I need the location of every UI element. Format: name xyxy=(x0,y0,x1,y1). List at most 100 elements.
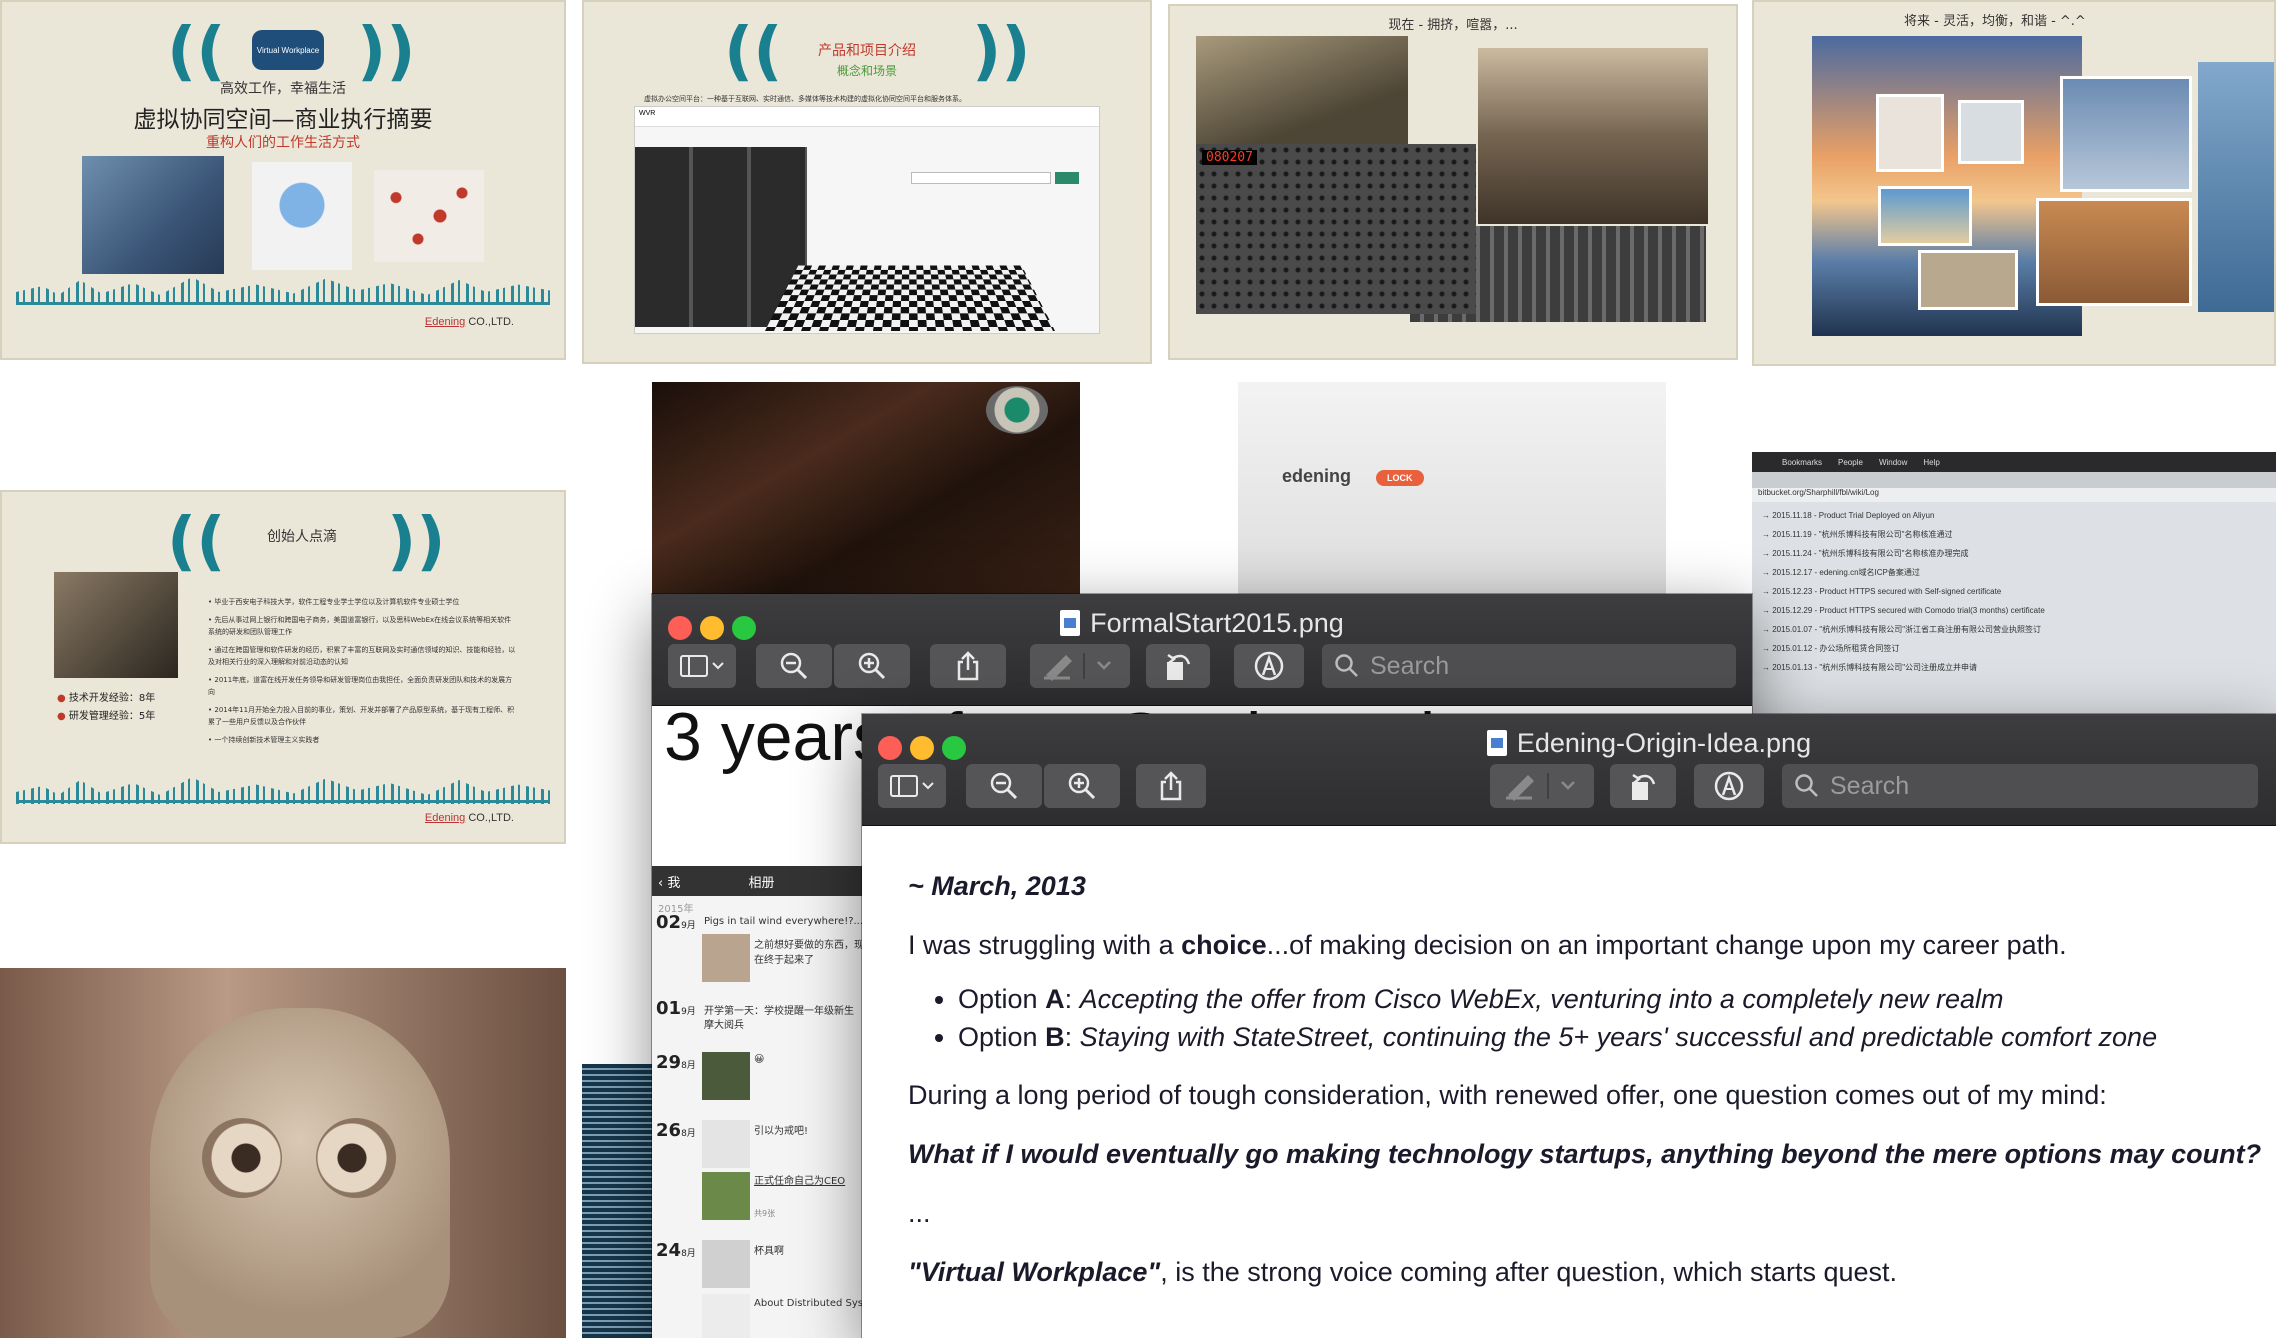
slide-title: 将来 - 灵活，均衡，和谐 - ^.^ xyxy=(1904,14,2086,29)
zoom-in-button[interactable] xyxy=(1044,764,1120,808)
rotate-button[interactable] xyxy=(1146,644,1210,688)
founder-bullet: • 通过在跨国管理和软件研发的经历，积累了丰富的互联网及实时通信领域的知识、技能… xyxy=(208,646,516,666)
zoom-out-button[interactable] xyxy=(756,644,832,688)
changelog-line: → 2015.12.23 - Product HTTPS secured wit… xyxy=(1762,587,2002,596)
album-count: 共9张 xyxy=(754,1209,776,1218)
highlighter-icon xyxy=(1506,773,1575,801)
changelog-line: → 2015.01.12 - 办公场所租赁合同签订 xyxy=(1762,644,1900,653)
slide-future-flexible: 将来 - 灵活，均衡，和谐 - ^.^ xyxy=(1752,0,2276,366)
album-text: 正式任命自己为CEO xyxy=(754,1176,846,1187)
webpage-logo: WVR xyxy=(635,107,1099,127)
png-document-icon xyxy=(1060,610,1081,636)
share-button[interactable] xyxy=(1136,764,1206,808)
signal-bracket-right-icon: )) xyxy=(387,505,446,579)
album-text: 摩大阅兵 xyxy=(704,1020,744,1031)
owl-statue xyxy=(150,1008,450,1338)
search-field[interactable]: Search xyxy=(1782,764,2258,808)
owl-eye-right-icon xyxy=(316,1118,396,1198)
zoom-out-icon xyxy=(780,652,808,680)
changelog-line: → 2015.11.18 - Product Trial Deployed on… xyxy=(1762,511,1935,520)
option-a: Option A: Accepting the offer from Cisco… xyxy=(958,980,2276,1018)
crowded-train-photo: 080207 xyxy=(1196,144,1476,314)
sidebar-toggle-button[interactable] xyxy=(878,764,946,808)
rotate-button[interactable] xyxy=(1610,764,1676,808)
slide-subtitle: 概念和场景 xyxy=(836,64,897,78)
highlight-button[interactable] xyxy=(1490,764,1594,808)
webpage-button xyxy=(1055,172,1079,184)
skyline-baseline xyxy=(16,800,550,803)
album-text: 之前想好要做的东西，现在终于起来了 xyxy=(754,940,864,966)
png-document-icon xyxy=(1486,730,1507,756)
preview-window-edening-origin[interactable]: Edening-Origin-Idea.png Search ~ March, … xyxy=(862,714,2276,1338)
phone-navbar: ‹ 我 相册 xyxy=(652,866,871,896)
office-crowd-photo xyxy=(1196,36,1408,146)
slide-title: 创始人点滴 xyxy=(267,529,337,545)
owl-eye-left-icon xyxy=(202,1118,282,1198)
markup-pen-icon xyxy=(1254,651,1284,681)
choice-emphasis: choice xyxy=(1181,930,1267,960)
markup-button[interactable] xyxy=(1694,764,1764,808)
share-icon xyxy=(1160,771,1182,801)
sidebar-toggle-button[interactable] xyxy=(668,644,736,688)
founder-bullet: • 毕业于西安电子科技大学，软件工程专业学士学位以及计算机软件专业硕士学位 xyxy=(208,598,460,606)
window-title: FormalStart2015.png xyxy=(652,608,1752,639)
highlight-button[interactable] xyxy=(1030,644,1130,688)
highlighter-icon xyxy=(1044,653,1111,681)
zoom-out-button[interactable] xyxy=(966,764,1042,808)
zoom-in-button[interactable] xyxy=(834,644,910,688)
video-call-photo xyxy=(1958,100,2024,164)
virtual-workplace-logo: Virtual Workplace xyxy=(252,30,324,70)
owl-statue-photo xyxy=(0,968,566,1338)
company-credit: Edening CO.,LTD. xyxy=(424,812,514,824)
signal-bracket-right-icon: )) xyxy=(357,15,416,89)
home-office-photo xyxy=(1918,250,2018,310)
album-thumbnail xyxy=(702,1294,750,1338)
sidebar-icon xyxy=(890,775,934,797)
founder-bullet: • 先后从事过网上银行和跨国电子商务，美国道富银行，以及思科WebEx在线会议系… xyxy=(208,616,512,636)
option-b: Option B: Staying with StateStreet, cont… xyxy=(958,1018,2276,1056)
search-field[interactable]: Search xyxy=(1322,644,1736,688)
search-placeholder: Search xyxy=(1830,771,1910,800)
rotate-icon xyxy=(1632,773,1656,800)
browser-menubar: Bookmarks People Window Help xyxy=(1752,452,2276,472)
phone-album-screenshot: ‹ 我 相册 2015年 029月 Pigs in tail wind ever… xyxy=(652,866,883,1338)
window-titlebar[interactable]: FormalStart2015.png Search xyxy=(652,594,1752,706)
album-text: 😀 xyxy=(754,1054,765,1065)
phone-back-button: ‹ 我 xyxy=(658,875,681,891)
skyline-decoration xyxy=(16,277,550,304)
slide-founder: (( )) 创始人点滴 ● 技术开发经验：8年 ● 研发管理经验：5年 • 毕业… xyxy=(0,490,566,844)
browser-url: bitbucket.org/Sharphill/fbl/wiki/Log xyxy=(1752,488,2276,502)
album-text: 开学第一天：学校提醒一年级新生 xyxy=(704,1006,854,1017)
search-icon xyxy=(1795,774,1818,797)
zoom-in-icon xyxy=(1068,772,1096,800)
changelog-list: → 2015.11.18 - Product Trial Deployed on… xyxy=(1752,502,2276,677)
markup-pen-icon xyxy=(1714,771,1744,801)
world-map-businessman-photo xyxy=(82,156,224,274)
search-icon xyxy=(1335,654,1358,677)
signal-bracket-left-icon: (( xyxy=(167,15,226,89)
rotate-icon xyxy=(1167,653,1191,680)
founder-bullets: • 毕业于西安电子科技大学，软件工程专业学士学位以及计算机软件专业硕士学位 • … xyxy=(208,596,518,746)
changelog-line: → 2015.11.24 - "杭州乐博科技有限公司"名称核准办理完成 xyxy=(1762,549,1969,558)
skyline-baseline xyxy=(16,302,550,305)
share-button[interactable] xyxy=(930,644,1006,688)
woman-laptop-photo xyxy=(1876,94,1944,172)
slide-body-line: 虚拟办公空间平台：一种基于互联网、实时通信、多媒体等技术构建的虚拟化协同空间平台… xyxy=(644,95,966,103)
founder-bullet: • 一个持续创新技术管理主义实践者 xyxy=(208,736,320,744)
man-beach-laptop-photo xyxy=(1878,186,1972,246)
slide-title: 产品和项目介绍 xyxy=(818,43,916,59)
album-date: 268月 xyxy=(656,1120,696,1141)
markup-button[interactable] xyxy=(1234,644,1304,688)
slide-now-crowded: 现在 - 拥挤，喧嚣，... 080207 xyxy=(1168,4,1738,360)
man-tablet-photo xyxy=(2060,76,2192,192)
founder-photo xyxy=(54,572,178,678)
lake-photo xyxy=(2198,62,2274,312)
album-date: 019月 xyxy=(656,998,696,1019)
changelog-screen-photo: Bookmarks People Window Help bitbucket.org/… xyxy=(1752,452,2276,714)
jade-ring-icon xyxy=(986,386,1048,434)
slide-subtitle: 重构人们的工作生活方式 xyxy=(206,135,360,151)
slide-title: 现在 - 拥挤，喧嚣，... xyxy=(1388,18,1518,33)
company-credit: Edening CO.,LTD. xyxy=(424,316,514,328)
window-titlebar[interactable]: Edening-Origin-Idea.png Search xyxy=(862,714,2276,826)
album-thumbnail xyxy=(702,1120,750,1168)
